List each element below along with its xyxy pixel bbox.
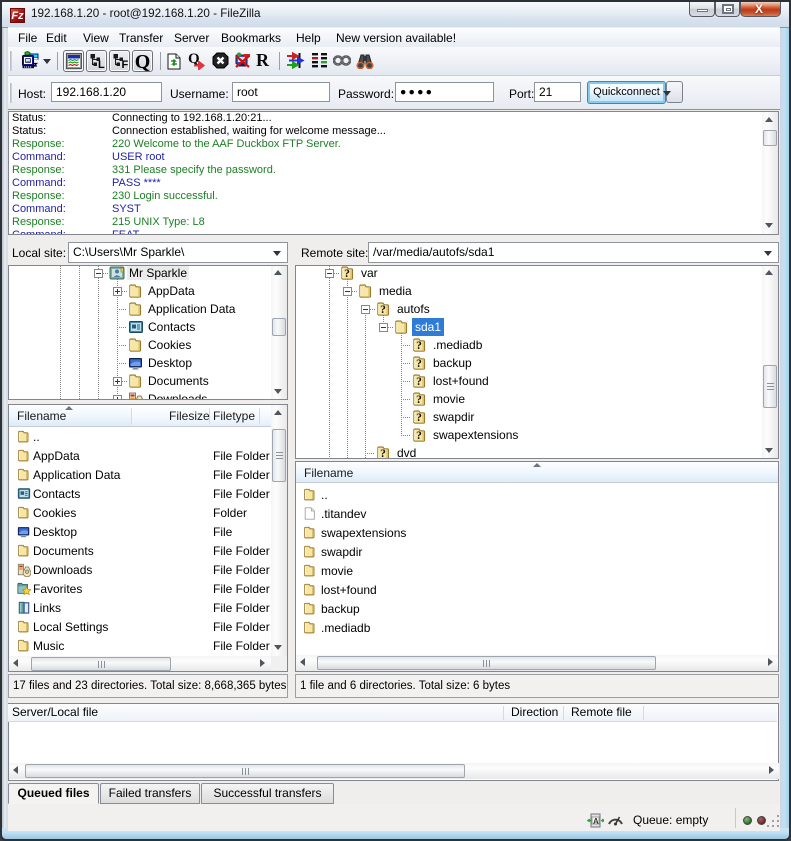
svg-text:F: F [121,59,128,69]
svg-text:L: L [98,59,105,69]
svg-text:A: A [593,817,599,826]
